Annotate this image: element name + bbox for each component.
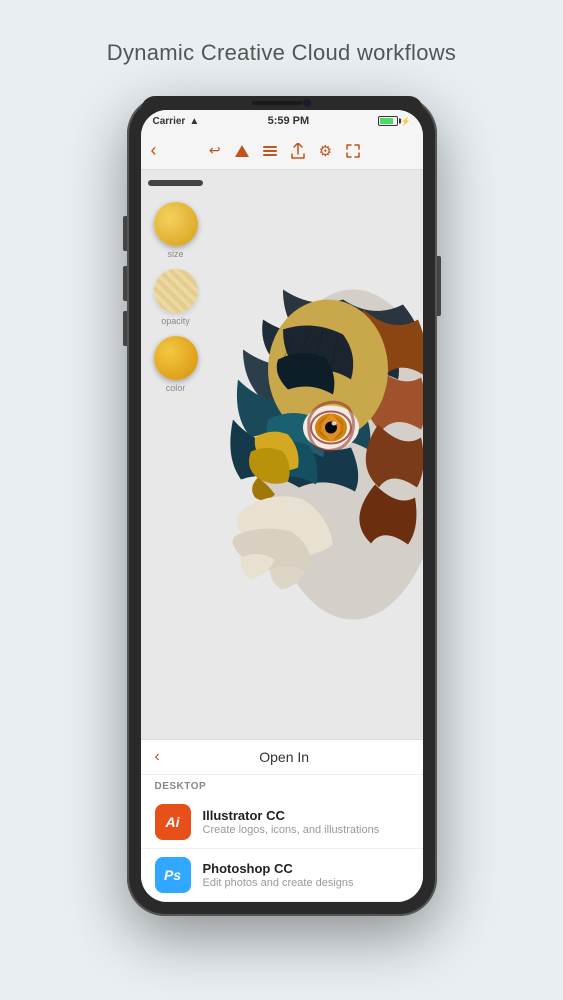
brush-button[interactable] <box>235 145 249 157</box>
phone-frame: Carrier ▲ 5:59 PM ⚡ ‹ ↩ <box>127 96 437 916</box>
sheet-title: Open In <box>160 749 409 765</box>
phone-notch <box>141 96 423 110</box>
undo-button[interactable]: ↩ <box>209 142 221 159</box>
triangle-icon <box>235 145 249 157</box>
ai-icon-label: Ai <box>166 814 180 830</box>
status-time: 5:59 PM <box>199 115 377 127</box>
bottom-sheet-header: ‹ Open In <box>141 740 423 775</box>
charging-icon: ⚡ <box>401 117 411 126</box>
layer-line-1 <box>263 146 277 148</box>
phone-camera <box>303 99 311 107</box>
share-button[interactable] <box>291 143 305 159</box>
illustrator-desc: Create logos, icons, and illustrations <box>203 824 409 836</box>
bottom-sheet: ‹ Open In DESKTOP Ai Illustrator CC Crea… <box>141 739 423 902</box>
battery-fill <box>380 118 394 124</box>
settings-button[interactable]: ⚙ <box>319 142 332 160</box>
battery-icon <box>378 116 398 126</box>
layers-button[interactable] <box>263 146 277 156</box>
status-bar: Carrier ▲ 5:59 PM ⚡ <box>141 110 423 132</box>
ps-icon-label: Ps <box>164 867 181 883</box>
toolbar-center: ↩ ⚙ <box>157 142 413 160</box>
eagle-illustration <box>183 170 423 739</box>
photoshop-name: Photoshop CC <box>203 861 409 876</box>
layer-line-2 <box>263 150 277 152</box>
desktop-section-label: DESKTOP <box>141 775 423 796</box>
layer-line-3 <box>263 154 277 156</box>
battery-area: ⚡ <box>378 116 411 126</box>
illustrator-name: Illustrator CC <box>203 808 409 823</box>
size-label: size <box>167 249 183 259</box>
phone-speaker <box>252 101 302 105</box>
illustrator-info: Illustrator CC Create logos, icons, and … <box>203 808 409 836</box>
app-toolbar: ‹ ↩ <box>141 132 423 170</box>
wifi-icon: ▲ <box>189 116 199 127</box>
photoshop-icon: Ps <box>155 857 191 893</box>
illustrator-icon: Ai <box>155 804 191 840</box>
photoshop-desc: Edit photos and create designs <box>203 877 409 889</box>
photoshop-item[interactable]: Ps Photoshop CC Edit photos and create d… <box>141 849 423 902</box>
phone-screen: Carrier ▲ 5:59 PM ⚡ ‹ ↩ <box>141 110 423 902</box>
carrier-info: Carrier ▲ <box>153 116 200 127</box>
expand-button[interactable] <box>346 144 360 158</box>
carrier-label: Carrier <box>153 116 186 127</box>
page-title: Dynamic Creative Cloud workflows <box>107 40 456 66</box>
photoshop-info: Photoshop CC Edit photos and create desi… <box>203 861 409 889</box>
illustrator-item[interactable]: Ai Illustrator CC Create logos, icons, a… <box>141 796 423 849</box>
canvas-area[interactable]: size opacity color <box>141 170 423 739</box>
